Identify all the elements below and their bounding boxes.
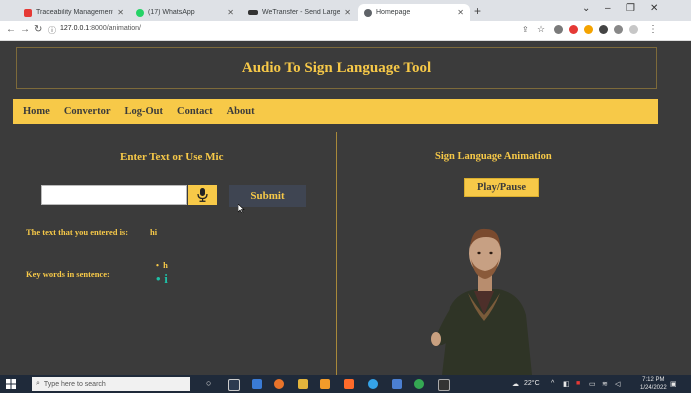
- mic-button[interactable]: [188, 185, 217, 205]
- windows-start-icon[interactable]: [6, 379, 16, 389]
- file-explorer-icon[interactable]: [298, 379, 308, 389]
- whatsapp-icon: [136, 8, 144, 17]
- search-placeholder: Type here to search: [43, 380, 106, 388]
- extension-icon[interactable]: [584, 25, 593, 34]
- chevron-up-icon[interactable]: ^: [551, 380, 554, 387]
- page-content: Audio To Sign Language Tool Home Convert…: [0, 41, 691, 375]
- browser-tab-wetransfer[interactable]: WeTransfer - Send Large Files & ✕: [242, 4, 357, 21]
- taskbar-search[interactable]: ⌕ Type here to search: [32, 377, 190, 391]
- forward-icon[interactable]: →: [20, 24, 30, 35]
- mail-icon[interactable]: [252, 379, 262, 389]
- input-section-title: Enter Text or Use Mic: [120, 151, 224, 163]
- back-icon[interactable]: ←: [6, 24, 16, 35]
- url-host: 127.0.0.1: [60, 25, 90, 32]
- page-title: Audio To Sign Language Tool: [241, 59, 432, 76]
- extension-icon[interactable]: [554, 25, 563, 34]
- column-divider: [336, 132, 337, 375]
- keyword-text: h: [163, 260, 168, 270]
- address-bar: ← → ↻ ⓘ 127.0.0.1:8000/animation/ ⇪ ☆ ⋮: [0, 21, 691, 41]
- url-field[interactable]: 127.0.0.1:8000/animation/: [60, 25, 141, 32]
- nav-bar: Home Convertor Log-Out Contact About: [13, 99, 658, 124]
- text-input[interactable]: [41, 185, 187, 205]
- clock-date: 1/24/2022: [640, 385, 667, 391]
- nav-logout[interactable]: Log-Out: [124, 106, 163, 117]
- browser-tab-bar: Traceability Management with ✕ (17) What…: [0, 0, 691, 21]
- clock-time: 7:12 PM: [642, 377, 665, 383]
- close-icon[interactable]: ✕: [227, 8, 234, 17]
- volume-icon[interactable]: ◁: [615, 380, 620, 388]
- nav-about[interactable]: About: [227, 106, 255, 117]
- browser-tab-homepage[interactable]: Homepage ✕: [358, 4, 470, 21]
- search-app-icon[interactable]: [320, 379, 330, 389]
- taskbar-clock[interactable]: 7:12 PM 1/24/2022: [640, 376, 667, 392]
- terminal-icon[interactable]: [438, 379, 450, 391]
- search-icon: ⌕: [36, 380, 40, 387]
- wifi-icon[interactable]: ≋: [602, 380, 608, 388]
- network-icon[interactable]: ◧: [563, 380, 570, 388]
- tab-title: Homepage: [376, 9, 411, 16]
- entered-text-label: The text that you entered is:: [26, 227, 129, 237]
- menu-icon[interactable]: ⋮: [648, 24, 658, 35]
- youtube-icon: [24, 8, 32, 17]
- app-icon[interactable]: [344, 379, 354, 389]
- sign-language-avatar: [431, 228, 532, 375]
- close-icon[interactable]: ✕: [344, 8, 351, 17]
- wetransfer-icon: [248, 10, 258, 15]
- reload-icon[interactable]: ↻: [34, 24, 42, 35]
- tab-title: Traceability Management with: [36, 9, 114, 16]
- close-window-button[interactable]: ✕: [650, 3, 658, 14]
- tab-title: (17) WhatsApp: [148, 9, 195, 16]
- close-icon[interactable]: ✕: [117, 8, 124, 17]
- share-icon[interactable]: ⇪: [522, 25, 529, 34]
- maximize-button[interactable]: ❐: [626, 3, 635, 14]
- antivirus-icon[interactable]: ■: [576, 380, 580, 387]
- puzzle-icon[interactable]: [599, 25, 608, 34]
- page-header: Audio To Sign Language Tool: [16, 47, 657, 89]
- chevron-down-icon[interactable]: ⌄: [582, 3, 590, 14]
- task-view-icon[interactable]: [228, 379, 240, 391]
- vscode-icon[interactable]: [392, 379, 402, 389]
- browser-tab-traceability[interactable]: Traceability Management with ✕: [18, 4, 130, 21]
- nav-home[interactable]: Home: [23, 106, 50, 117]
- cortana-icon[interactable]: ○: [206, 378, 211, 388]
- weather-icon: ☁: [512, 381, 519, 388]
- notifications-icon[interactable]: ▣: [670, 380, 677, 388]
- battery-icon[interactable]: ▭: [589, 380, 596, 388]
- keyword-item-active: • i: [156, 271, 168, 286]
- temperature-text: 22°C: [524, 380, 540, 387]
- reading-list-icon[interactable]: [614, 25, 623, 34]
- windows-taskbar: ⌕ Type here to search ○ ☁ 22°C ^ ◧ ■ ▭ ≋…: [0, 375, 691, 393]
- keywords-label: Key words in sentence:: [26, 269, 110, 279]
- animation-section-title: Sign Language Animation: [435, 151, 552, 162]
- browser-tab-whatsapp[interactable]: (17) WhatsApp ✕: [130, 4, 240, 21]
- nav-convertor[interactable]: Convertor: [64, 106, 111, 117]
- chrome-icon[interactable]: [414, 379, 424, 389]
- adblock-icon[interactable]: [569, 25, 578, 34]
- minimize-button[interactable]: –: [605, 3, 611, 14]
- profile-icon[interactable]: [629, 25, 638, 34]
- play-pause-button[interactable]: Play/Pause: [464, 178, 539, 197]
- star-icon[interactable]: ☆: [537, 24, 545, 35]
- entered-text-value: hi: [150, 227, 158, 237]
- close-icon[interactable]: ✕: [457, 8, 464, 17]
- firefox-icon[interactable]: [274, 379, 284, 389]
- nav-contact[interactable]: Contact: [177, 106, 213, 117]
- keyword-text: i: [164, 271, 168, 286]
- mouse-cursor-icon: [238, 204, 245, 213]
- keywords-list: • h • i: [156, 259, 168, 285]
- tab-title: WeTransfer - Send Large Files &: [262, 9, 341, 16]
- edge-icon[interactable]: [368, 379, 378, 389]
- url-path: :8000/animation/: [89, 25, 141, 32]
- globe-icon: [364, 8, 372, 17]
- info-icon: ⓘ: [48, 26, 56, 35]
- new-tab-button[interactable]: +: [474, 4, 481, 18]
- microphone-icon: [197, 188, 208, 202]
